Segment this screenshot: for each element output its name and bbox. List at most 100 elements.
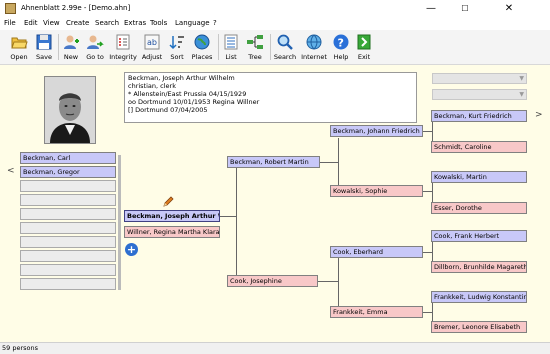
proband-box[interactable]: Beckman, Joseph Arthur Wi <box>124 210 220 222</box>
great-grandparent-box[interactable]: Bremer, Leonore Elisabeth <box>431 321 527 333</box>
edit-pencil-icon[interactable] <box>162 196 174 208</box>
connector-line <box>338 258 339 306</box>
places-globe-icon <box>194 34 210 50</box>
open-label: Open <box>10 53 28 61</box>
close-button[interactable]: ✕ <box>492 0 526 18</box>
filter-combo-1[interactable]: ▼ <box>432 73 527 84</box>
app-window: Ahnenblatt 2.99e - [Demo.ahn] — ☐ ✕ File… <box>0 0 550 354</box>
internet-button[interactable]: Internet <box>299 31 329 63</box>
new-button[interactable]: New <box>60 31 82 63</box>
person-photo[interactable] <box>44 76 96 144</box>
help-label: Help <box>333 53 349 61</box>
open-button[interactable]: Open <box>6 31 32 63</box>
great-grandparent-box[interactable]: Cook, Frank Herbert <box>431 230 527 242</box>
help-button[interactable]: ? Help <box>330 31 352 63</box>
exit-button[interactable]: Exit <box>353 31 375 63</box>
children-scrollbar[interactable] <box>118 155 121 290</box>
save-icon <box>36 34 52 50</box>
menu-help[interactable]: ? <box>213 19 217 27</box>
child-box[interactable]: Beckman, Carl <box>20 152 116 164</box>
connector-line <box>423 131 432 132</box>
status-bar: 59 persons <box>0 342 550 354</box>
exit-icon <box>357 34 371 50</box>
list-button[interactable]: List <box>220 31 242 63</box>
nav-left-arrow[interactable]: < <box>7 166 15 176</box>
menu-search[interactable]: Search <box>95 19 119 27</box>
save-label: Save <box>36 53 52 61</box>
empty-child-slot[interactable] <box>20 264 116 276</box>
father-box[interactable]: Beckman, Robert Martin <box>227 156 320 168</box>
svg-text:?: ? <box>338 37 344 50</box>
mother-box[interactable]: Cook, Josephine <box>227 275 318 287</box>
menu-edit[interactable]: Edit <box>24 19 38 27</box>
nav-right-arrow[interactable]: > <box>535 110 543 120</box>
info-death: [] Dortmund 07/04/2005 <box>128 106 208 114</box>
menu-bar: File Edit View Create Search Extras Tool… <box>0 18 550 30</box>
great-grandparent-box[interactable]: Dillborn, Brunhilde Magareth <box>431 261 527 273</box>
maternal-grandmother-box[interactable]: Frankkeit, Emma <box>330 306 423 318</box>
menu-view[interactable]: View <box>43 19 60 27</box>
empty-child-slot[interactable] <box>20 278 116 290</box>
great-grandparent-box[interactable]: Schmidt, Caroline <box>431 141 527 153</box>
great-grandparent-box[interactable]: Kowalski, Martin <box>431 171 527 183</box>
chevron-down-icon: ▼ <box>519 91 524 98</box>
info-marriage: oo Dortmund 10/01/1953 Regina Willner <box>128 98 260 106</box>
connector-line <box>320 162 338 163</box>
connector-line <box>338 138 339 186</box>
toolbar: Open Save New Go to Integrity ab Adjust … <box>0 30 550 65</box>
tree-icon <box>247 35 263 49</box>
menu-create[interactable]: Create <box>66 19 89 27</box>
empty-child-slot[interactable] <box>20 222 116 234</box>
menu-file[interactable]: File <box>4 19 16 27</box>
spouse-box[interactable]: Willner, Regina Martha Klara <box>124 226 220 238</box>
person-info-box[interactable]: Beckman, Joseph Arthur Wilhelm christian… <box>124 72 417 123</box>
portrait-image <box>45 77 95 143</box>
status-person-count: 59 persons <box>2 344 39 352</box>
menu-tools[interactable]: Tools <box>150 19 167 27</box>
toolbar-separator <box>58 34 59 60</box>
svg-text:ab: ab <box>147 38 157 47</box>
adjust-label: Adjust <box>141 53 163 61</box>
add-relative-icon[interactable]: + <box>125 243 138 256</box>
connector-line <box>423 252 432 253</box>
integrity-button[interactable]: Integrity <box>108 31 138 63</box>
search-label: Search <box>273 53 297 61</box>
internet-icon <box>306 34 322 50</box>
maximize-button[interactable]: ☐ <box>448 0 482 18</box>
menu-language[interactable]: Language <box>175 19 210 27</box>
sort-icon <box>169 36 184 50</box>
great-grandparent-box[interactable]: Frankkeit, Ludwig Konstantin <box>431 291 527 303</box>
adjust-button[interactable]: ab Adjust <box>139 31 165 63</box>
paternal-grandmother-box[interactable]: Kowalski, Sophie <box>330 185 423 197</box>
connector-line <box>423 191 432 192</box>
search-button[interactable]: Search <box>272 31 298 63</box>
folder-open-icon <box>11 37 28 49</box>
goto-button[interactable]: Go to <box>83 31 107 63</box>
integrity-label: Integrity <box>109 53 137 61</box>
empty-child-slot[interactable] <box>20 236 116 248</box>
filter-combo-2[interactable]: ▼ <box>432 89 527 100</box>
great-grandparent-box[interactable]: Esser, Dorothe <box>431 202 527 214</box>
save-button[interactable]: Save <box>32 31 56 63</box>
sort-button[interactable]: Sort <box>166 31 188 63</box>
connector-line <box>220 216 236 217</box>
empty-child-slot[interactable] <box>20 250 116 262</box>
empty-child-slot[interactable] <box>20 194 116 206</box>
great-grandparent-box[interactable]: Beckman, Kurt Friedrich <box>431 110 527 122</box>
goto-person-icon <box>87 35 104 49</box>
child-box[interactable]: Beckman, Gregor <box>20 166 116 178</box>
exit-label: Exit <box>357 53 371 61</box>
new-label: New <box>63 53 79 61</box>
empty-child-slot[interactable] <box>20 180 116 192</box>
maternal-grandfather-box[interactable]: Cook, Eberhard <box>330 246 423 258</box>
adjust-icon: ab <box>144 34 160 50</box>
list-icon <box>224 34 238 50</box>
minimize-button[interactable]: — <box>414 0 448 18</box>
places-button[interactable]: Places <box>189 31 215 63</box>
empty-child-slot[interactable] <box>20 208 116 220</box>
paternal-grandfather-box[interactable]: Beckman, Johann Friedrich <box>330 125 423 137</box>
menu-extras[interactable]: Extras <box>124 19 146 27</box>
info-religion-occupation: christian, clerk <box>128 82 176 90</box>
toolbar-separator <box>270 34 271 60</box>
tree-button[interactable]: Tree <box>243 31 267 63</box>
